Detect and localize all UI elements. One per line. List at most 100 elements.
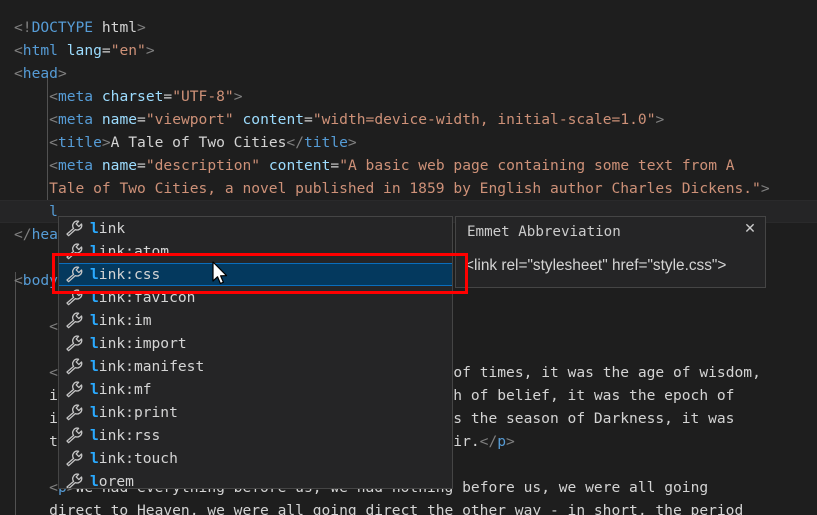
- suggestion-item[interactable]: link:touch: [59, 447, 452, 470]
- code-token: >: [761, 180, 770, 197]
- suggestion-label: link:touch: [90, 447, 178, 470]
- code-line[interactable]: direct to Heaven, we were all going dire…: [14, 499, 743, 515]
- code-token: </: [286, 134, 304, 151]
- wrench-icon: [65, 450, 84, 467]
- code-line[interactable]: <head>: [14, 62, 67, 85]
- code-token: =: [137, 111, 146, 128]
- suggestion-item[interactable]: link: [59, 217, 452, 240]
- suggestion-matched-prefix: l: [90, 243, 99, 260]
- code-token: p: [497, 433, 506, 450]
- suggestion-label: link:mf: [90, 378, 152, 401]
- suggestion-details-panel: Emmet Abbreviation ✕ <link rel="styleshe…: [455, 216, 766, 288]
- code-token: "en": [111, 42, 146, 59]
- code-line[interactable]: <!DOCTYPE html>: [14, 16, 146, 39]
- suggestion-matched-prefix: l: [90, 473, 99, 489]
- code-line[interactable]: <html lang="en">: [14, 39, 155, 62]
- suggestion-item[interactable]: link:mf: [59, 378, 452, 401]
- code-token: name: [102, 111, 137, 128]
- code-token: content: [243, 111, 305, 128]
- code-token: <: [14, 157, 58, 174]
- wrench-icon: [65, 358, 84, 375]
- code-token: =: [330, 157, 339, 174]
- code-token: >: [348, 134, 357, 151]
- code-token: meta: [58, 157, 93, 174]
- suggestion-item[interactable]: lorem: [59, 470, 452, 489]
- code-token: </: [480, 433, 498, 450]
- code-token: =: [163, 88, 172, 105]
- code-token: charset: [102, 88, 164, 105]
- suggestion-item[interactable]: link:import: [59, 332, 452, 355]
- code-line[interactable]: <meta name="description" content="A basi…: [14, 154, 735, 177]
- code-token: lang: [67, 42, 102, 59]
- code-token: "description": [146, 157, 260, 174]
- details-expansion-preview: <link rel="stylesheet" href="style.css">: [465, 257, 759, 275]
- suggestion-label-rest: ink:css: [99, 266, 161, 283]
- suggestion-label-rest: ink:rss: [99, 427, 161, 444]
- code-token: "width=device-width, initial-scale=1.0": [313, 111, 656, 128]
- code-token: l: [49, 203, 58, 220]
- code-token: html: [23, 42, 58, 59]
- details-title: Emmet Abbreviation: [467, 224, 621, 240]
- code-token: [234, 111, 243, 128]
- suggestion-item[interactable]: link:print: [59, 401, 452, 424]
- code-token: =: [304, 111, 313, 128]
- suggestion-label-rest: ink:manifest: [99, 358, 204, 375]
- suggestion-label-rest: ink:mf: [99, 381, 152, 398]
- code-line[interactable]: <meta name="viewport" content="width=dev…: [14, 108, 664, 131]
- code-token: >: [102, 134, 111, 151]
- wrench-icon: [65, 473, 84, 489]
- code-token: direct to Heaven, we were all going dire…: [14, 502, 743, 515]
- code-editor[interactable]: <!DOCTYPE html><html lang="en"><head> <m…: [0, 0, 817, 515]
- code-token: <: [14, 272, 23, 289]
- code-token: [14, 203, 49, 220]
- suggestion-label: link:favicon: [90, 286, 195, 309]
- suggestion-label: link:print: [90, 401, 178, 424]
- code-token: >: [234, 88, 243, 105]
- wrench-icon: [65, 312, 84, 329]
- suggestion-item[interactable]: link:manifest: [59, 355, 452, 378]
- suggestion-label-rest: ink:im: [99, 312, 152, 329]
- code-token: Tale of Two Cities, a novel published in…: [49, 180, 761, 197]
- code-token: >: [58, 65, 67, 82]
- code-line[interactable]: <title>A Tale of Two Cities</title>: [14, 131, 357, 154]
- code-token: <: [14, 42, 23, 59]
- code-token: meta: [58, 111, 93, 128]
- suggestion-item[interactable]: link:favicon: [59, 286, 452, 309]
- suggestion-label: link:atom: [90, 240, 169, 263]
- suggestion-label: link: [90, 217, 125, 240]
- wrench-icon: [65, 381, 84, 398]
- code-token: [14, 180, 49, 197]
- suggestion-label-rest: ink:atom: [99, 243, 169, 260]
- code-token: >: [656, 111, 665, 128]
- suggestion-item[interactable]: link:im: [59, 309, 452, 332]
- code-token: <: [14, 88, 58, 105]
- suggestion-matched-prefix: l: [90, 381, 99, 398]
- code-line[interactable]: l: [14, 200, 58, 223]
- code-token: title: [58, 134, 102, 151]
- code-line[interactable]: <meta charset="UTF-8">: [14, 85, 243, 108]
- suggestion-label: link:rss: [90, 424, 160, 447]
- suggestion-matched-prefix: l: [90, 266, 99, 283]
- suggestion-label: link:css: [90, 263, 160, 286]
- suggestion-label: link:import: [90, 332, 187, 355]
- code-token: <: [14, 364, 58, 381]
- code-token: [58, 42, 67, 59]
- suggestion-item[interactable]: link:atom: [59, 240, 452, 263]
- close-icon[interactable]: ✕: [741, 219, 759, 237]
- suggestion-item[interactable]: link:css: [59, 263, 452, 286]
- suggestion-label-rest: ink:import: [99, 335, 187, 352]
- code-token: </: [14, 226, 32, 243]
- code-token: [93, 111, 102, 128]
- suggestion-list[interactable]: linklink:atomlink:csslink:faviconlink:im…: [58, 216, 453, 489]
- suggestion-item[interactable]: link:rss: [59, 424, 452, 447]
- suggestion-label-rest: ink: [99, 220, 125, 237]
- wrench-icon: [65, 335, 84, 352]
- suggestion-label: link:im: [90, 309, 152, 332]
- suggestion-matched-prefix: l: [90, 404, 99, 421]
- wrench-icon: [65, 243, 84, 260]
- suggestion-label-rest: ink:touch: [99, 450, 178, 467]
- code-token: "A basic web page containing some text f…: [339, 157, 734, 174]
- suggestion-label-rest: ink:favicon: [99, 289, 196, 306]
- code-token: [93, 157, 102, 174]
- code-line[interactable]: Tale of Two Cities, a novel published in…: [14, 177, 770, 200]
